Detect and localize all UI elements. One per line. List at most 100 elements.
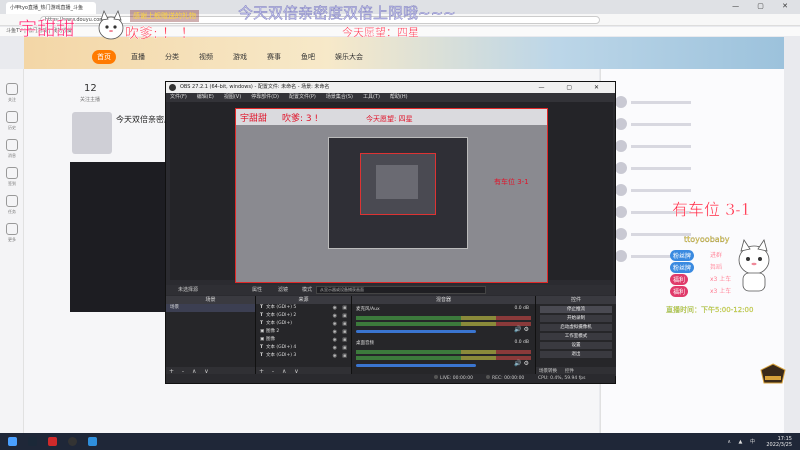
- rail-label: 关注: [8, 97, 16, 102]
- nav-item[interactable]: 游戏: [228, 50, 252, 64]
- chat-list-item[interactable]: [615, 118, 765, 132]
- avatar: [615, 118, 627, 130]
- avatar: [615, 140, 627, 152]
- cpu-fps: CPU: 0.4%, 59.94 fps: [538, 376, 586, 381]
- game-launcher-icon[interactable]: [48, 437, 57, 446]
- windows-icon[interactable]: [8, 437, 17, 446]
- obs-menu-item[interactable]: 文件(F): [170, 93, 187, 102]
- nav-item[interactable]: 分类: [160, 50, 184, 64]
- properties-button[interactable]: 属性: [252, 285, 262, 295]
- eye-icon[interactable]: ◉: [333, 320, 337, 328]
- capture-mode-select[interactable]: 从显示器或设备捕获画面: [316, 286, 486, 294]
- nav-item[interactable]: 首页: [92, 50, 116, 64]
- mixer-controls[interactable]: 🔊 ⚙: [514, 360, 529, 367]
- lock-icon[interactable]: ▣: [342, 312, 347, 320]
- volume-slider[interactable]: [356, 364, 476, 367]
- obs-menu-item[interactable]: 帮助(H): [390, 93, 408, 102]
- control-button[interactable]: 退出: [540, 351, 612, 358]
- nav-item[interactable]: 视频: [194, 50, 218, 64]
- lock-icon[interactable]: ▣: [342, 336, 347, 344]
- avatar: [615, 162, 627, 174]
- nav-item[interactable]: 直播: [126, 50, 150, 64]
- video-player[interactable]: [70, 162, 170, 312]
- chat-line: [631, 189, 691, 192]
- eye-icon[interactable]: ◉: [333, 328, 337, 336]
- mixer-title: 混音器: [352, 296, 535, 304]
- mixer-controls[interactable]: 🔊 ⚙: [514, 326, 529, 333]
- browser-tab[interactable]: 小甲tyo直播_热门游戏直播_斗鱼: [6, 2, 96, 14]
- source-item[interactable]: ▣ 图像 2 ◉ ▣: [256, 328, 351, 336]
- rail-label: 消息: [8, 153, 16, 158]
- source-name: 图像 2: [266, 329, 280, 334]
- obs-menu-item[interactable]: 视图(V): [224, 93, 241, 102]
- rail-label: 历史: [8, 125, 16, 130]
- eye-icon[interactable]: ◉: [333, 336, 337, 344]
- source-item[interactable]: T 文本 (GDI+) 3 ◉ ▣: [256, 352, 351, 360]
- chat-list-item[interactable]: [615, 96, 765, 110]
- source-item[interactable]: ▣ 图像 ◉ ▣: [256, 336, 351, 344]
- eye-icon[interactable]: ◉: [333, 352, 337, 360]
- lock-icon[interactable]: ▣: [342, 328, 347, 336]
- obs-menu-item[interactable]: 配置文件(P): [289, 93, 316, 102]
- obs-menu-item[interactable]: 场景集合(S): [326, 93, 353, 102]
- steam-icon[interactable]: [28, 437, 37, 446]
- browser-window-controls[interactable]: — ▢ ✕: [732, 2, 796, 10]
- nav-item[interactable]: 鱼吧: [296, 50, 320, 64]
- rail-icon[interactable]: [6, 195, 18, 207]
- nav-item[interactable]: 赛事: [262, 50, 286, 64]
- rail-icon[interactable]: [6, 167, 18, 179]
- obs-title-text: OBS 27.2.1 (64-bit, windows) - 配置文件: 未命名…: [180, 84, 330, 90]
- taskbar: ∧ ▲ 中 17:15 2022/3/25: [0, 433, 800, 450]
- obs-menu-item[interactable]: 编辑(E): [197, 93, 214, 102]
- obs-window-controls[interactable]: — ▢ ✕: [538, 82, 609, 93]
- volume-slider[interactable]: [356, 330, 476, 333]
- control-button[interactable]: 启动虚拟摄像机: [540, 324, 612, 331]
- control-button[interactable]: 开始录制: [540, 315, 612, 322]
- control-button[interactable]: 工作室模式: [540, 333, 612, 340]
- eye-icon[interactable]: ◉: [333, 304, 337, 312]
- lock-icon[interactable]: ▣: [342, 344, 347, 352]
- chat-list-item[interactable]: [615, 162, 765, 176]
- source-item[interactable]: T 文本 (GDI+) 4 ◉ ▣: [256, 344, 351, 352]
- control-button[interactable]: 设置: [540, 342, 612, 349]
- eye-icon[interactable]: ◉: [333, 344, 337, 352]
- obs-window: OBS 27.2.1 (64-bit, windows) - 配置文件: 未命名…: [165, 81, 616, 384]
- avatar: [615, 96, 627, 108]
- avatar: [615, 206, 627, 218]
- overlay-streamer-name: 宇甜甜: [18, 18, 76, 41]
- obs-menu-item[interactable]: 停靠部件(D): [251, 93, 279, 102]
- obs-preview[interactable]: 宇甜甜 吹爹: 3 ! 今天愿望: 四星 有车位 3-1: [170, 102, 613, 283]
- obs-icon[interactable]: [68, 437, 77, 446]
- nav-item[interactable]: 娱乐大会: [330, 50, 368, 64]
- obs-menu-item[interactable]: 工具(T): [363, 93, 380, 102]
- clock[interactable]: 17:15 2022/3/25: [766, 436, 792, 448]
- edge-icon[interactable]: [88, 437, 97, 446]
- obs-logo-icon: [169, 84, 176, 91]
- source-item[interactable]: T 文本 (GDI+) 5 ◉ ▣: [256, 304, 351, 312]
- source-item[interactable]: T 文本 (GDI+) 2 ◉ ▣: [256, 312, 351, 320]
- source-name: 文本 (GDI+) 5: [266, 305, 297, 310]
- lock-icon[interactable]: ▣: [342, 320, 347, 328]
- eye-icon[interactable]: ◉: [333, 312, 337, 320]
- rail-icon[interactable]: [6, 111, 18, 123]
- system-tray[interactable]: ∧ ▲ 中: [727, 438, 758, 445]
- source-name: 文本 (GDI+) 2: [266, 313, 297, 318]
- preview-canvas[interactable]: 宇甜甜 吹爹: 3 ! 今天愿望: 四星 有车位 3-1: [235, 108, 548, 283]
- control-button[interactable]: 停止推流: [540, 306, 612, 313]
- filters-button[interactable]: 滤镜: [278, 285, 288, 295]
- source-item[interactable]: T 文本 (GDI+) ◉ ▣: [256, 320, 351, 328]
- lock-icon[interactable]: ▣: [342, 352, 347, 360]
- scenes-dock: 场景 场景 + - ∧ ∨: [166, 296, 256, 376]
- rail-icon[interactable]: [6, 139, 18, 151]
- anchor-avatar[interactable]: [72, 112, 112, 154]
- overlay-shout: 吹爹: ！ ！: [125, 26, 195, 42]
- chat-list-item[interactable]: [615, 140, 765, 154]
- rail-label: 任务: [8, 209, 16, 214]
- rail-icon[interactable]: [6, 83, 18, 95]
- controls-title: 控件: [536, 296, 616, 304]
- rail-icon[interactable]: [6, 223, 18, 235]
- follow-count: 12: [84, 83, 97, 94]
- lock-icon[interactable]: ▣: [342, 304, 347, 312]
- overlay-action: 进群: [710, 252, 723, 259]
- scene-item[interactable]: 场景: [166, 304, 255, 312]
